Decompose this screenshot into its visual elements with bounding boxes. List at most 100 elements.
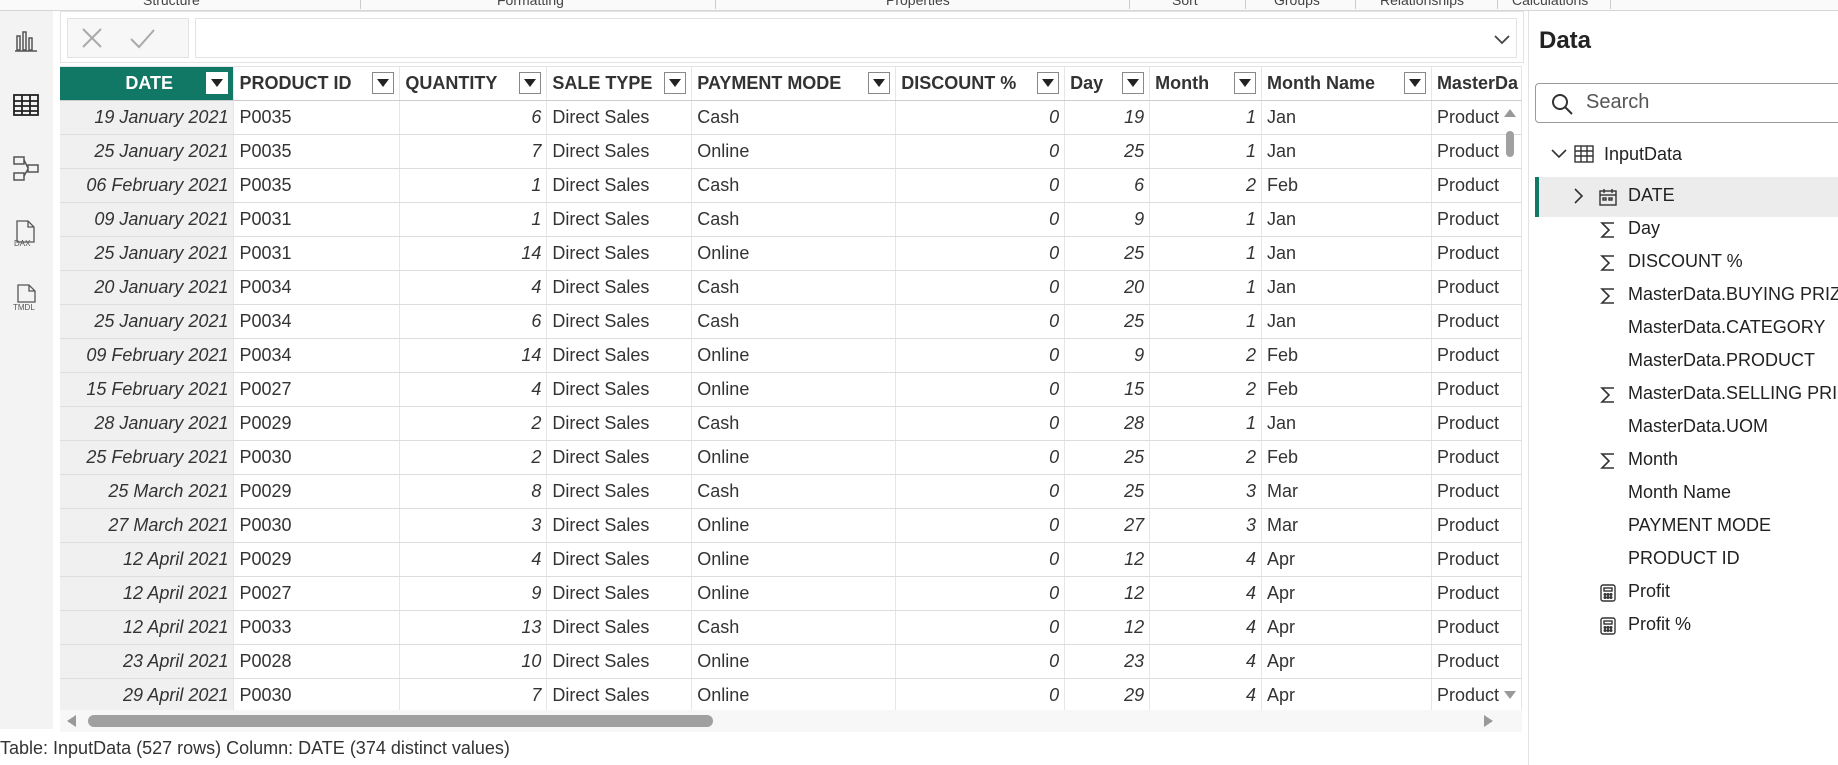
filter-dropdown-button[interactable] (1037, 72, 1060, 94)
table-cell[interactable]: 1 (1149, 304, 1263, 339)
table-cell[interactable]: 0 (895, 678, 1066, 713)
table-cell[interactable]: Jan (1261, 100, 1432, 135)
table-cell[interactable]: 1 (1149, 406, 1263, 441)
table-cell[interactable]: 19 (1064, 100, 1151, 135)
field-item[interactable]: Month (1628, 449, 1678, 470)
column-header-day[interactable]: Day (1064, 67, 1151, 101)
table-cell[interactable]: 23 April 2021 (60, 644, 235, 679)
report-view-button[interactable] (9, 24, 43, 58)
table-cell[interactable]: 1 (1149, 270, 1263, 305)
table-cell[interactable]: P0034 (233, 338, 401, 373)
table-cell[interactable]: Direct Sales (546, 508, 693, 543)
table-cell[interactable]: 28 January 2021 (60, 406, 235, 441)
table-cell[interactable]: Online (691, 372, 897, 407)
table-cell[interactable]: Direct Sales (546, 542, 693, 577)
table-cell[interactable]: Direct Sales (546, 406, 693, 441)
column-header-date[interactable]: DATE (60, 67, 235, 101)
table-cell[interactable]: 3 (399, 508, 548, 543)
table-cell[interactable]: Direct Sales (546, 168, 693, 203)
table-cell[interactable]: Apr (1261, 610, 1432, 645)
table-cell[interactable]: P0034 (233, 304, 401, 339)
table-cell[interactable]: 6 (399, 304, 548, 339)
table-cell[interactable]: 7 (399, 134, 548, 169)
table-row[interactable]: 06 February 2021 P0035 1 Direct Sales Cash 0 6… (60, 168, 1523, 203)
table-cell[interactable]: 9 (399, 576, 548, 611)
table-cell[interactable]: 2 (1149, 440, 1263, 475)
table-cell[interactable]: 4 (399, 270, 548, 305)
table-cell[interactable]: 12 (1064, 610, 1151, 645)
table-cell[interactable]: 0 (895, 100, 1066, 135)
table-cell[interactable]: 20 January 2021 (60, 270, 235, 305)
table-row[interactable]: 27 March 2021 P0030 3 Direct Sales Online 0 27… (60, 508, 1523, 543)
table-cell[interactable]: 09 February 2021 (60, 338, 235, 373)
column-header-month-name[interactable]: Month Name (1261, 67, 1432, 101)
table-cell[interactable]: 27 March 2021 (60, 508, 235, 543)
table-row[interactable]: 20 January 2021 P0034 4 Direct Sales Cash 0 20… (60, 270, 1523, 305)
table-cell[interactable]: P0030 (233, 508, 401, 543)
table-cell[interactable]: Cash (691, 100, 897, 135)
table-cell[interactable]: P0027 (233, 372, 401, 407)
table-cell[interactable]: 7 (399, 678, 548, 713)
field-item[interactable]: Profit % (1628, 614, 1691, 635)
table-cell[interactable]: 14 (399, 338, 548, 373)
table-cell[interactable]: Cash (691, 202, 897, 237)
table-cell[interactable]: 1 (1149, 236, 1263, 271)
field-item[interactable]: DATE (1628, 185, 1675, 206)
table-cell[interactable]: Cash (691, 610, 897, 645)
table-cell[interactable]: Jan (1261, 236, 1432, 271)
table-cell[interactable]: P0030 (233, 678, 401, 713)
table-cell[interactable]: Jan (1261, 304, 1432, 339)
collapse-table-button[interactable] (1549, 144, 1569, 164)
table-cell[interactable]: 19 January 2021 (60, 100, 235, 135)
table-cell[interactable]: 1 (399, 168, 548, 203)
table-cell[interactable]: Mar (1261, 508, 1432, 543)
table-cell[interactable]: 2 (1149, 372, 1263, 407)
table-cell[interactable]: Apr (1261, 678, 1432, 713)
table-cell[interactable]: Direct Sales (546, 576, 693, 611)
table-row[interactable]: 23 April 2021 P0028 10 Direct Sales Online 0 2… (60, 644, 1523, 679)
table-row[interactable]: 25 January 2021 P0034 6 Direct Sales Cash 0 25… (60, 304, 1523, 339)
table-cell[interactable]: 0 (895, 474, 1066, 509)
table-cell[interactable]: P0034 (233, 270, 401, 305)
table-cell[interactable]: Mar (1261, 474, 1432, 509)
scroll-right-icon[interactable] (1482, 713, 1496, 729)
table-cell[interactable]: Jan (1261, 134, 1432, 169)
table-cell[interactable]: 25 (1064, 236, 1151, 271)
table-cell[interactable]: 0 (895, 338, 1066, 373)
table-row[interactable]: 29 April 2021 P0030 7 Direct Sales Online 0 29… (60, 678, 1523, 713)
table-cell[interactable]: 0 (895, 508, 1066, 543)
table-cell[interactable]: 12 (1064, 542, 1151, 577)
table-cell[interactable]: Direct Sales (546, 270, 693, 305)
table-cell[interactable]: 1 (1149, 134, 1263, 169)
table-cell[interactable]: 4 (1149, 644, 1263, 679)
table-cell[interactable]: 15 (1064, 372, 1151, 407)
table-cell[interactable]: Cash (691, 474, 897, 509)
table-cell[interactable]: P0027 (233, 576, 401, 611)
table-row[interactable]: 28 January 2021 P0029 2 Direct Sales Cash 0 28… (60, 406, 1523, 441)
table-cell[interactable]: 1 (1149, 202, 1263, 237)
table-cell[interactable]: 4 (1149, 576, 1263, 611)
table-cell[interactable]: 3 (1149, 474, 1263, 509)
table-row[interactable]: 12 April 2021 P0029 4 Direct Sales Online 0 12… (60, 542, 1523, 577)
vertical-scrollbar[interactable] (1502, 105, 1518, 705)
table-cell[interactable]: 25 (1064, 474, 1151, 509)
field-item[interactable]: Day (1628, 218, 1660, 239)
cancel-formula-button[interactable] (76, 22, 108, 54)
table-cell[interactable]: 25 February 2021 (60, 440, 235, 475)
data-search-input[interactable]: Search (1535, 83, 1838, 123)
table-cell[interactable]: P0031 (233, 202, 401, 237)
table-cell[interactable]: Apr (1261, 542, 1432, 577)
table-cell[interactable]: Direct Sales (546, 100, 693, 135)
field-item[interactable]: MasterData.BUYING PRIZ (1628, 284, 1838, 305)
table-cell[interactable]: 2 (1149, 338, 1263, 373)
table-cell[interactable]: Feb (1261, 338, 1432, 373)
table-cell[interactable]: P0029 (233, 474, 401, 509)
table-cell[interactable]: Online (691, 134, 897, 169)
table-cell[interactable]: Direct Sales (546, 372, 693, 407)
table-cell[interactable]: 28 (1064, 406, 1151, 441)
table-cell[interactable]: 9 (1064, 202, 1151, 237)
table-row[interactable]: 25 February 2021 P0030 2 Direct Sales Online… (60, 440, 1523, 475)
table-cell[interactable]: 12 April 2021 (60, 576, 235, 611)
table-cell[interactable]: 25 (1064, 304, 1151, 339)
table-cell[interactable]: 12 April 2021 (60, 610, 235, 645)
